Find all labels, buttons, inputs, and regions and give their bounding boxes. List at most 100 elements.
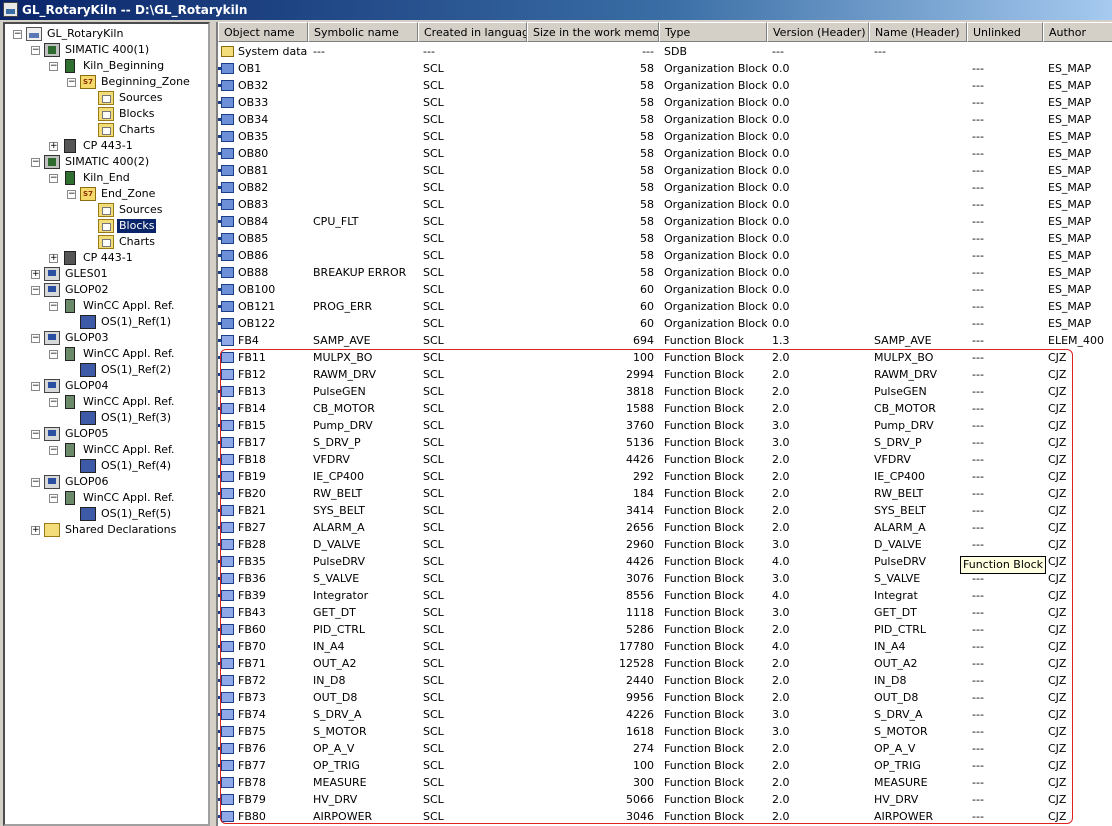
tree-node[interactable]: + GLES01 [31,266,208,282]
tree-node[interactable]: Blocks [85,106,208,122]
table-row[interactable]: OB33 SCL 58 Organization Block 0.0 --- ES_MAP [218,94,1112,111]
tree-expand-icon[interactable]: + [49,142,58,151]
tree-node[interactable]: − S7 Beginning_Zone [67,74,208,90]
table-row[interactable]: OB1 SCL 58 Organization Block 0.0 --- ES_MAP [218,60,1112,77]
tree-node[interactable]: − S7 End_Zone [67,186,208,202]
table-row[interactable]: FB79 HV_DRV SCL 5066 Function Block 2.0 HV_DRV… [218,791,1112,808]
tree-collapse-icon[interactable]: − [49,494,58,503]
tree-collapse-icon[interactable]: − [31,382,40,391]
column-header-version[interactable]: Version (Header) [767,22,869,42]
tree-node[interactable]: − Kiln_End [49,170,208,186]
column-header-lang[interactable]: Created in language [418,22,527,42]
column-header-author[interactable]: Author [1043,22,1112,42]
tree-node[interactable]: − WinCC Appl. Ref. [49,490,208,506]
table-row[interactable]: FB11 MULPX_BO SCL 100 Function Block 2.0 MULPX… [218,349,1112,366]
tree-node[interactable]: OS(1)_Ref(4) [67,458,208,474]
table-row[interactable]: FB60 PID_CTRL SCL 5286 Function Block 2.0 PID_… [218,621,1112,638]
table-row[interactable]: OB86 SCL 58 Organization Block 0.0 --- ES_MAP [218,247,1112,264]
tree-collapse-icon[interactable]: − [31,46,40,55]
tree-node[interactable]: − SIMATIC 400(1) [31,42,208,58]
table-row[interactable]: FB4 SAMP_AVE SCL 694 Function Block 1.3 SAMP_A… [218,332,1112,349]
tree-collapse-icon[interactable]: − [31,430,40,439]
tree-collapse-icon[interactable]: − [49,446,58,455]
tree-node[interactable]: − Kiln_Beginning [49,58,208,74]
table-row[interactable]: FB74 S_DRV_A SCL 4226 Function Block 3.0 S_DRV… [218,706,1112,723]
tree-node[interactable]: Charts [85,122,208,138]
table-row[interactable]: FB28 D_VALVE SCL 2960 Function Block 3.0 D_VAL… [218,536,1112,553]
table-row[interactable]: OB32 SCL 58 Organization Block 0.0 --- ES_MAP [218,77,1112,94]
table-row[interactable]: System data --- --- --- SDB --- --- [218,43,1112,60]
tree-node[interactable]: − WinCC Appl. Ref. [49,346,208,362]
column-header-symbolic[interactable]: Symbolic name [308,22,418,42]
table-row[interactable]: OB35 SCL 58 Organization Block 0.0 --- ES_MAP [218,128,1112,145]
table-row[interactable]: OB85 SCL 58 Organization Block 0.0 --- ES_MAP [218,230,1112,247]
table-row[interactable]: FB15 Pump_DRV SCL 3760 Function Block 3.0 Pump… [218,417,1112,434]
column-header-unlinked[interactable]: Unlinked [967,22,1043,42]
table-row[interactable]: FB76 OP_A_V SCL 274 Function Block 2.0 OP_A_V -… [218,740,1112,757]
table-row[interactable]: OB80 SCL 58 Organization Block 0.0 --- ES_MAP [218,145,1112,162]
tree-expand-icon[interactable]: + [31,270,40,279]
project-tree-pane[interactable]: − GL_RotaryKiln − SIMATIC 400(1) − Kiln_Begin… [3,22,210,826]
tree-collapse-icon[interactable]: − [49,62,58,71]
tree-expand-icon[interactable]: + [49,254,58,263]
tree-node[interactable]: − SIMATIC 400(2) [31,154,208,170]
table-row[interactable]: OB88 BREAKUP ERROR SCL 58 Organization Block… [218,264,1112,281]
column-header-size[interactable]: Size in the work memory [527,22,659,42]
table-row[interactable]: FB43 GET_DT SCL 1118 Function Block 3.0 GET_DT… [218,604,1112,621]
tree-node[interactable]: − GLOP03 [31,330,208,346]
tree-collapse-icon[interactable]: − [31,478,40,487]
tree-node[interactable]: − GLOP02 [31,282,208,298]
table-row[interactable]: FB71 OUT_A2 SCL 12528 Function Block 2.0 OUT_A… [218,655,1112,672]
tree-collapse-icon[interactable]: − [49,174,58,183]
table-row[interactable]: FB14 CB_MOTOR SCL 1588 Function Block 2.0 CB_M… [218,400,1112,417]
tree-node[interactable]: OS(1)_Ref(2) [67,362,208,378]
column-header-name[interactable]: Object name [218,22,308,42]
table-row[interactable]: OB82 SCL 58 Organization Block 0.0 --- ES_MAP [218,179,1112,196]
table-row[interactable]: OB122 SCL 60 Organization Block 0.0 --- ES_MAP [218,315,1112,332]
table-row[interactable]: FB27 ALARM_A SCL 2656 Function Block 2.0 ALARM… [218,519,1112,536]
tree-collapse-icon[interactable]: − [49,350,58,359]
tree-collapse-icon[interactable]: − [31,286,40,295]
tree-node[interactable]: − GL_RotaryKiln [13,26,208,42]
window-titlebar[interactable]: GL_RotaryKiln -- D:\GL_Rotarykiln [0,0,1112,20]
tree-collapse-icon[interactable]: − [67,78,76,87]
column-header-header-name[interactable]: Name (Header) [869,22,967,42]
table-row[interactable]: FB21 SYS_BELT SCL 3414 Function Block 2.0 SYS_… [218,502,1112,519]
tree-node[interactable]: + CP 443-1 [49,250,208,266]
table-row[interactable]: FB77 OP_TRIG SCL 100 Function Block 2.0 OP_TRI… [218,757,1112,774]
table-row[interactable]: FB12 RAWM_DRV SCL 2994 Function Block 2.0 RAWM… [218,366,1112,383]
tree-collapse-icon[interactable]: − [13,30,22,39]
tree-node[interactable]: OS(1)_Ref(1) [67,314,208,330]
table-row[interactable]: FB17 S_DRV_P SCL 5136 Function Block 3.0 S_DRV… [218,434,1112,451]
tree-collapse-icon[interactable]: − [31,158,40,167]
table-row[interactable]: OB121 PROG_ERR SCL 60 Organization Block 0.0 -… [218,298,1112,315]
tree-node[interactable]: + Shared Declarations [31,522,208,538]
table-row[interactable]: FB13 PulseGEN SCL 3818 Function Block 2.0 Puls… [218,383,1112,400]
tree-node[interactable]: + CP 443-1 [49,138,208,154]
tree-collapse-icon[interactable]: − [49,302,58,311]
tree-node[interactable]: OS(1)_Ref(3) [67,410,208,426]
tree-collapse-icon[interactable]: − [31,334,40,343]
table-row[interactable]: FB73 OUT_D8 SCL 9956 Function Block 2.0 OUT_D8… [218,689,1112,706]
tree-node[interactable]: − WinCC Appl. Ref. [49,394,208,410]
table-row[interactable]: OB84 CPU_FLT SCL 58 Organization Block 0.0 ---… [218,213,1112,230]
table-row[interactable]: FB80 AIRPOWER SCL 3046 Function Block 2.0 AIRP… [218,808,1112,825]
tree-node[interactable]: Sources [85,202,208,218]
table-row[interactable]: FB19 IE_CP400 SCL 292 Function Block 2.0 IE_CP… [218,468,1112,485]
column-header-type[interactable]: Type [659,22,767,42]
table-row[interactable]: OB83 SCL 58 Organization Block 0.0 --- ES_MAP [218,196,1112,213]
table-row[interactable]: OB100 SCL 60 Organization Block 0.0 --- ES_MAP [218,281,1112,298]
tree-node[interactable]: Sources [85,90,208,106]
table-row[interactable]: FB75 S_MOTOR SCL 1618 Function Block 3.0 S_MOT… [218,723,1112,740]
table-row[interactable]: FB78 MEASURE SCL 300 Function Block 2.0 MEASUR… [218,774,1112,791]
table-row[interactable]: FB18 VFDRV SCL 4426 Function Block 2.0 VFDRV --… [218,451,1112,468]
tree-node[interactable]: OS(1)_Ref(5) [67,506,208,522]
table-row[interactable]: FB20 RW_BELT SCL 184 Function Block 2.0 RW_BEL… [218,485,1112,502]
tree-node[interactable]: − GLOP04 [31,378,208,394]
object-list-pane[interactable]: Object name Symbolic name Created in langu… [216,22,1112,826]
tree-node[interactable]: Charts [85,234,208,250]
table-row[interactable]: OB34 SCL 58 Organization Block 0.0 --- ES_MAP [218,111,1112,128]
tree-node[interactable]: − WinCC Appl. Ref. [49,442,208,458]
tree-collapse-icon[interactable]: − [49,398,58,407]
tree-collapse-icon[interactable]: − [67,190,76,199]
